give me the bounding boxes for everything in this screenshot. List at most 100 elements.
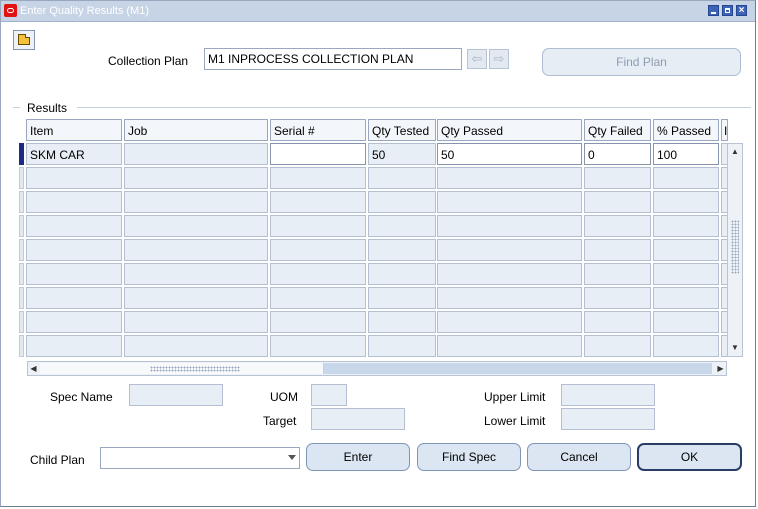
table-cell[interactable] xyxy=(26,263,122,285)
row-indicator[interactable] xyxy=(19,167,24,189)
table-cell[interactable] xyxy=(270,239,366,261)
table-cell[interactable] xyxy=(653,215,719,237)
column-header-more[interactable]: I xyxy=(721,119,728,141)
table-cell[interactable] xyxy=(270,311,366,333)
row-indicator[interactable] xyxy=(19,335,24,357)
table-cell[interactable] xyxy=(124,311,268,333)
upper-limit-field[interactable] xyxy=(561,384,655,406)
table-cell[interactable] xyxy=(124,239,268,261)
cell-pct-passed[interactable]: 100 xyxy=(653,143,719,165)
table-cell[interactable] xyxy=(584,239,651,261)
scroll-down-icon[interactable]: ▼ xyxy=(729,342,741,354)
cell-serial[interactable] xyxy=(270,143,366,165)
table-cell[interactable] xyxy=(653,287,719,309)
scroll-grip[interactable] xyxy=(731,220,739,274)
table-cell[interactable] xyxy=(584,215,651,237)
scroll-left-icon[interactable]: ◀ xyxy=(28,362,39,375)
table-cell[interactable] xyxy=(584,263,651,285)
minimize-icon[interactable] xyxy=(708,5,719,16)
table-cell[interactable] xyxy=(584,311,651,333)
cell-qty-tested[interactable]: 50 xyxy=(368,143,436,165)
table-cell[interactable] xyxy=(584,191,651,213)
spec-name-field[interactable] xyxy=(129,384,223,406)
horizontal-scrollbar[interactable]: ◀ ▶ xyxy=(27,361,727,376)
next-plan-button[interactable]: ⇨ xyxy=(489,49,509,69)
table-cell[interactable] xyxy=(124,263,268,285)
find-spec-button[interactable]: Find Spec xyxy=(417,443,521,471)
table-cell[interactable] xyxy=(437,311,582,333)
table-cell[interactable] xyxy=(584,335,651,357)
cell-item[interactable]: SKM CAR xyxy=(26,143,122,165)
column-header-qty-passed[interactable]: Qty Passed xyxy=(437,119,582,141)
table-cell[interactable] xyxy=(653,239,719,261)
table-cell[interactable] xyxy=(368,335,436,357)
table-cell[interactable] xyxy=(124,215,268,237)
column-header-pct-passed[interactable]: % Passed xyxy=(653,119,719,141)
table-cell[interactable] xyxy=(124,335,268,357)
vertical-scrollbar[interactable]: ▲ ▼ xyxy=(727,143,743,357)
close-icon[interactable]: × xyxy=(736,5,747,16)
table-cell[interactable] xyxy=(124,167,268,189)
scroll-right-icon[interactable]: ▶ xyxy=(715,362,726,375)
table-cell[interactable] xyxy=(368,167,436,189)
maximize-icon[interactable] xyxy=(722,5,733,16)
table-cell[interactable] xyxy=(437,167,582,189)
table-cell[interactable] xyxy=(653,311,719,333)
table-cell[interactable] xyxy=(368,263,436,285)
title-bar[interactable]: Enter Quality Results (M1) × xyxy=(1,1,755,22)
table-cell[interactable] xyxy=(26,167,122,189)
table-cell[interactable] xyxy=(437,263,582,285)
cell-qty-failed[interactable]: 0 xyxy=(584,143,651,165)
table-cell[interactable] xyxy=(437,287,582,309)
table-cell[interactable] xyxy=(437,215,582,237)
lower-limit-field[interactable] xyxy=(561,408,655,430)
row-indicator[interactable] xyxy=(19,287,24,309)
table-cell[interactable] xyxy=(584,287,651,309)
row-indicator[interactable] xyxy=(19,263,24,285)
scroll-up-icon[interactable]: ▲ xyxy=(729,146,741,158)
table-cell[interactable] xyxy=(653,263,719,285)
table-cell[interactable] xyxy=(26,311,122,333)
cancel-button[interactable]: Cancel xyxy=(527,443,631,471)
cell-qty-passed[interactable]: 50 xyxy=(437,143,582,165)
column-header-qty-tested[interactable]: Qty Tested xyxy=(368,119,436,141)
table-cell[interactable] xyxy=(368,287,436,309)
uom-field[interactable] xyxy=(311,384,347,406)
cell-job[interactable] xyxy=(124,143,268,165)
enter-button[interactable]: Enter xyxy=(306,443,410,471)
table-cell[interactable] xyxy=(437,191,582,213)
table-cell[interactable] xyxy=(368,215,436,237)
table-cell[interactable] xyxy=(270,287,366,309)
table-cell[interactable] xyxy=(270,335,366,357)
column-header-qty-failed[interactable]: Qty Failed xyxy=(584,119,651,141)
column-header-serial[interactable]: Serial # xyxy=(270,119,366,141)
table-cell[interactable] xyxy=(26,239,122,261)
table-cell[interactable] xyxy=(26,191,122,213)
table-cell[interactable] xyxy=(368,311,436,333)
column-header-item[interactable]: Item xyxy=(26,119,122,141)
table-cell[interactable] xyxy=(270,263,366,285)
table-cell[interactable] xyxy=(437,239,582,261)
table-cell[interactable] xyxy=(124,287,268,309)
table-cell[interactable] xyxy=(653,191,719,213)
row-indicator[interactable] xyxy=(19,191,24,213)
row-indicator[interactable] xyxy=(19,215,24,237)
open-folder-button[interactable] xyxy=(13,30,35,50)
table-cell[interactable] xyxy=(653,335,719,357)
table-cell[interactable] xyxy=(653,167,719,189)
table-cell[interactable] xyxy=(270,191,366,213)
table-cell[interactable] xyxy=(26,287,122,309)
row-indicator[interactable] xyxy=(19,239,24,261)
table-cell[interactable] xyxy=(270,167,366,189)
horizontal-scroll-track[interactable] xyxy=(324,363,712,374)
table-cell[interactable] xyxy=(584,167,651,189)
table-cell[interactable] xyxy=(124,191,268,213)
target-field[interactable] xyxy=(311,408,405,430)
find-plan-button[interactable]: Find Plan xyxy=(542,48,741,76)
table-cell[interactable] xyxy=(437,335,582,357)
table-cell[interactable] xyxy=(270,215,366,237)
ok-button[interactable]: OK xyxy=(637,443,742,471)
table-cell[interactable] xyxy=(368,239,436,261)
current-row-indicator[interactable] xyxy=(19,143,24,165)
child-plan-select[interactable] xyxy=(100,447,300,469)
